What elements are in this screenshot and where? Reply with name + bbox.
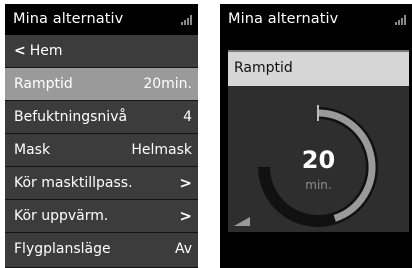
- menu-item-label: Kör uppvärm.: [14, 208, 109, 224]
- ramp-triangle-icon: [234, 217, 250, 226]
- menu-item-label: Befuktningsnivå: [14, 109, 128, 125]
- status-bar: Mina alternativ: [5, 4, 198, 35]
- ramptid-gauge[interactable]: [228, 52, 409, 232]
- menu-item-value: 20min.: [143, 76, 192, 92]
- signal-bars-icon: [181, 15, 193, 25]
- status-bar: Mina alternativ: [220, 4, 412, 35]
- chevron-right-icon: >: [179, 174, 192, 192]
- ramptid-unit: min.: [305, 178, 332, 192]
- menu-item-ramptid[interactable]: Ramptid 20min.: [5, 68, 198, 101]
- screen-title: Mina alternativ: [13, 11, 124, 27]
- menu-item-label: Flygplansläge: [14, 241, 111, 257]
- menu-item-label: Kör masktillpass.: [14, 175, 133, 191]
- menu-item-label: Ramptid: [14, 76, 73, 92]
- options-menu-screen: Mina alternativ < Hem Ramptid 20min. Befu…: [5, 4, 198, 268]
- menu-item-label: Mask: [14, 142, 51, 158]
- ramptid-panel[interactable]: Ramptid 20 min.: [228, 50, 409, 232]
- menu-item-kor-masktillpass[interactable]: Kör masktillpass. >: [5, 167, 198, 200]
- screen-title: Mina alternativ: [228, 11, 339, 27]
- back-home-button[interactable]: < Hem: [5, 35, 198, 68]
- signal-bars-icon: [395, 15, 407, 25]
- menu-item-value: Av: [174, 241, 192, 257]
- chevron-right-icon: >: [179, 207, 192, 225]
- menu-item-kor-uppvarm[interactable]: Kör uppvärm. >: [5, 200, 198, 233]
- menu-item-befuktningsniva[interactable]: Befuktningsnivå 4: [5, 101, 198, 134]
- menu-item-mask[interactable]: Mask Helmask: [5, 134, 198, 167]
- ramptid-value: 20: [301, 146, 336, 174]
- chevron-left-icon: <: [14, 43, 26, 59]
- back-label: Hem: [29, 43, 63, 59]
- menu-item-flygplanslage[interactable]: Flygplansläge Av: [5, 233, 198, 268]
- menu-item-value: Helmask: [131, 142, 192, 158]
- menu-item-value: 4: [183, 109, 192, 125]
- ramptid-setting-screen: Mina alternativ Ramptid 20 min.: [220, 4, 412, 268]
